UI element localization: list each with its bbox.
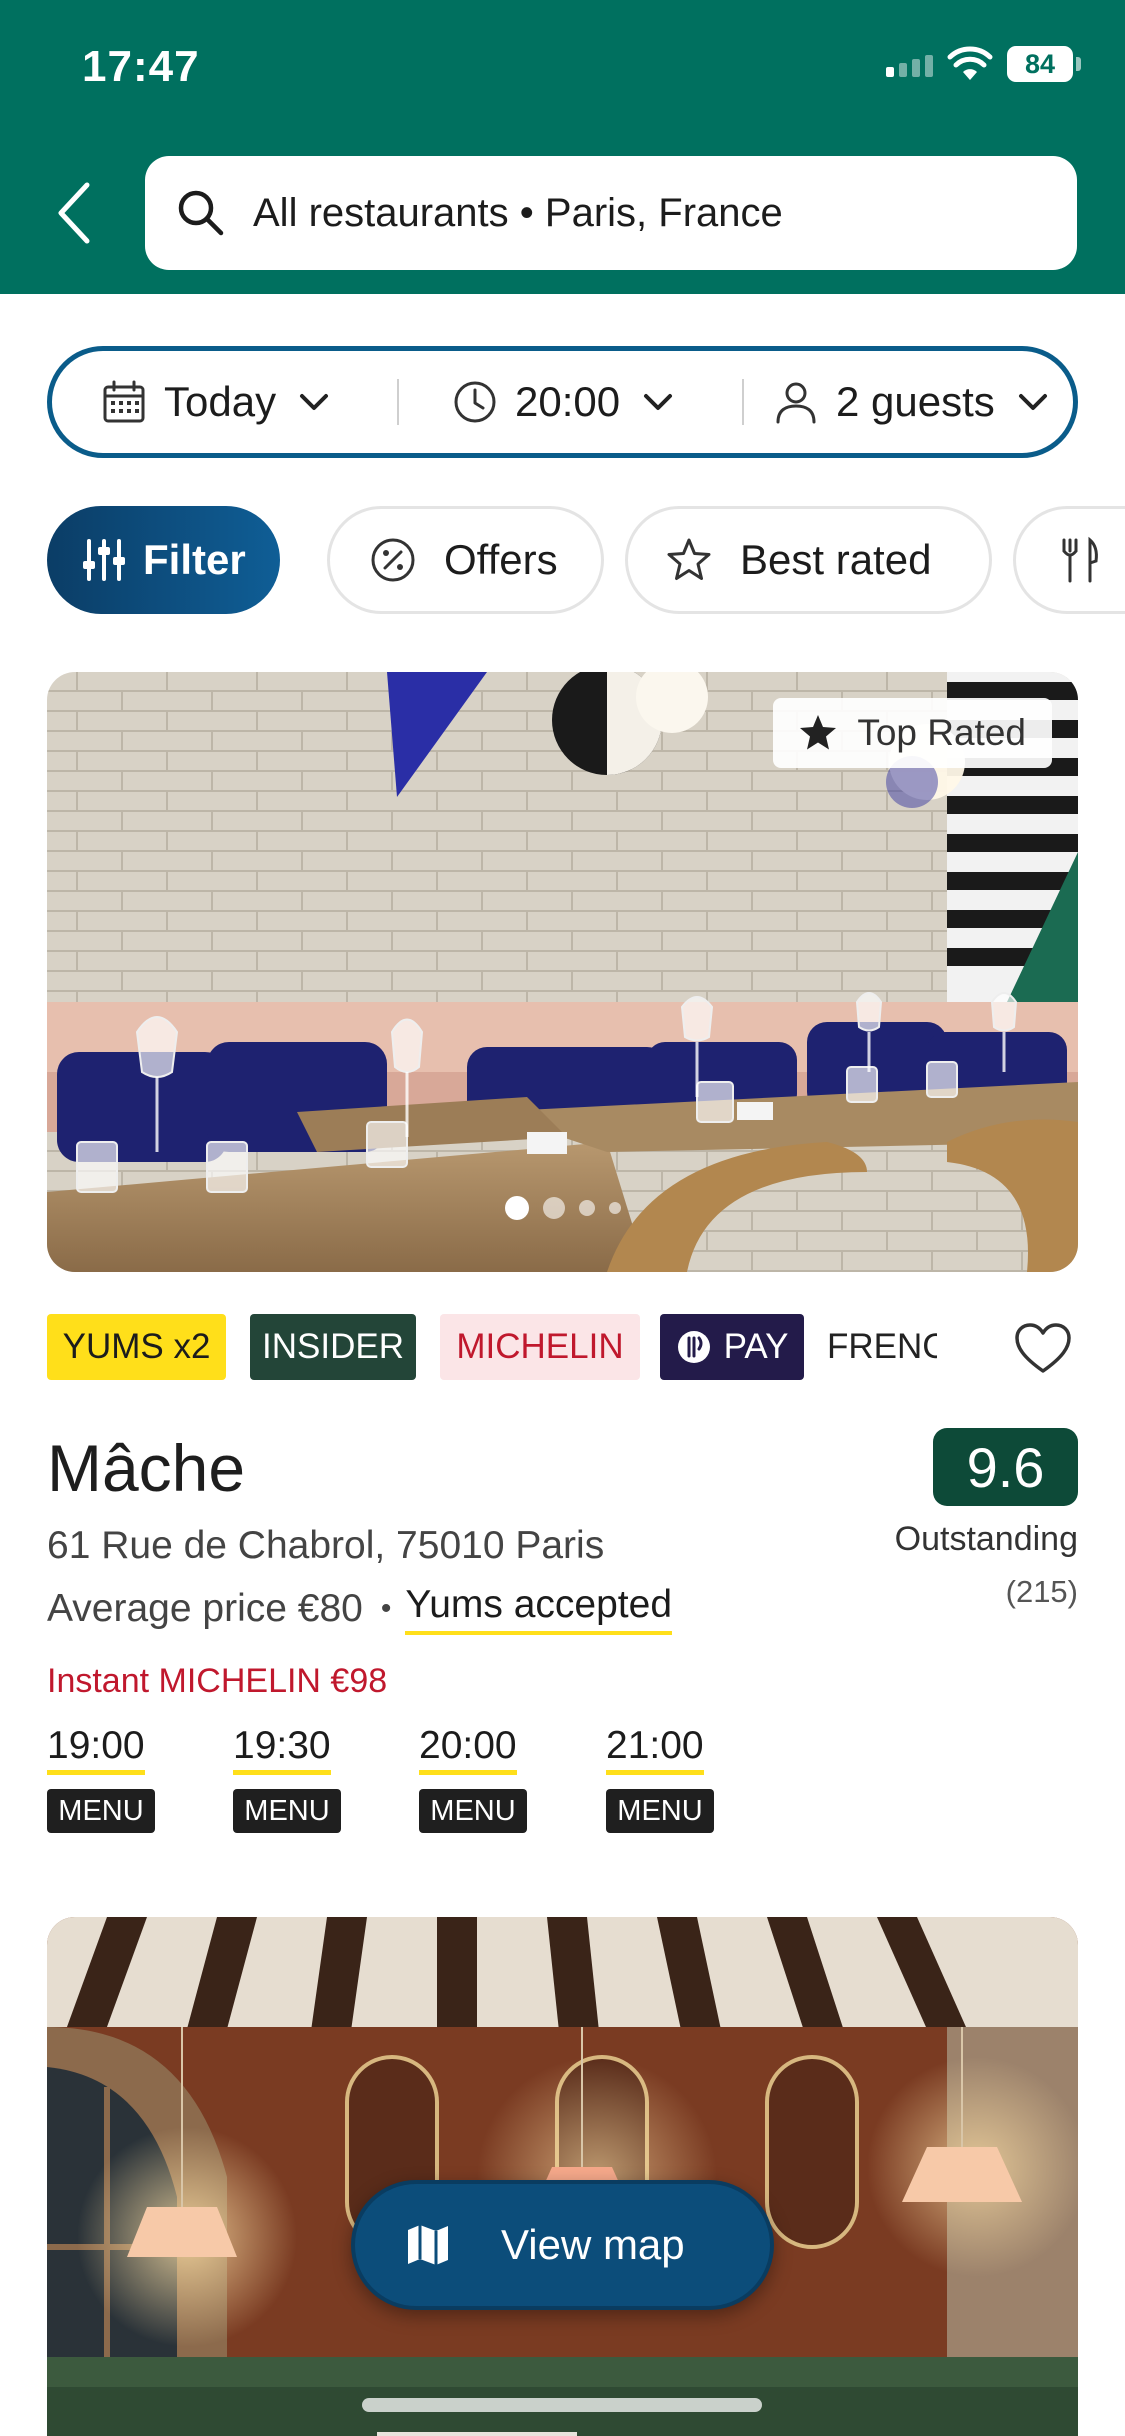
star-icon: [667, 538, 711, 580]
time-slot[interactable]: 19:00 MENU: [47, 1724, 157, 1833]
status-indicators: 84: [886, 46, 1081, 82]
search-query: All restaurants • Paris, France: [253, 190, 783, 235]
cuisine-chip[interactable]: [1013, 506, 1125, 614]
review-count: (215): [1005, 1574, 1078, 1609]
filter-chips: Filter Offers Best rated: [47, 506, 1125, 616]
rating-score: 9.6: [933, 1428, 1078, 1506]
search-icon: [178, 190, 224, 236]
menu-tag: MENU: [233, 1789, 341, 1833]
chevron-down-icon: [300, 394, 329, 410]
restaurant-address: 61 Rue de Chabrol, 75010 Paris: [47, 1524, 605, 1567]
battery-icon: 84: [1007, 46, 1081, 82]
wifi-icon: [947, 46, 993, 80]
offers-chip[interactable]: Offers: [327, 506, 604, 614]
app-header: 17:47 84 All restaurants • Paris, France: [0, 0, 1125, 294]
guests-value: 2 guests: [836, 378, 995, 425]
person-icon: [776, 382, 816, 424]
search-bar[interactable]: All restaurants • Paris, France: [145, 156, 1077, 270]
chevron-down-icon: [644, 394, 673, 410]
time-selector[interactable]: 20:00: [399, 351, 742, 453]
restaurant-interior-image: [47, 1917, 1078, 2436]
clock-icon: [454, 381, 496, 423]
time-slot[interactable]: 21:00 MENU: [606, 1724, 716, 1833]
best-rated-label: Best rated: [740, 536, 932, 583]
time-value: 20:00: [515, 378, 621, 425]
thefork-pay-icon: [677, 1331, 710, 1363]
date-value: Today: [164, 378, 277, 425]
guests-selector[interactable]: 2 guests: [744, 351, 1051, 453]
yums-badge: YUMS x2: [47, 1314, 226, 1380]
time-slot[interactable]: 20:00 MENU: [419, 1724, 529, 1833]
restaurant-name[interactable]: Mâche: [47, 1430, 245, 1506]
slot-time: 21:00: [606, 1724, 704, 1775]
heart-icon: [1015, 1323, 1071, 1373]
average-price: Average price €80: [47, 1587, 363, 1630]
menu-tag: MENU: [419, 1789, 527, 1833]
top-rated-label: Top Rated: [857, 712, 1026, 753]
view-map-label: View map: [501, 2221, 685, 2268]
cellular-signal-icon: [886, 51, 933, 77]
home-indicator[interactable]: [362, 2398, 762, 2412]
menu-tag: MENU: [47, 1789, 155, 1833]
menu-tag: MENU: [606, 1789, 714, 1833]
restaurant-photo[interactable]: Top Rated: [47, 672, 1078, 1272]
back-button[interactable]: [48, 178, 98, 248]
star-icon: [800, 715, 837, 750]
rating-label: Outstanding: [894, 1520, 1078, 1558]
carousel-dot[interactable]: [578, 1200, 595, 1216]
price-info: Average price €80 • Yums accepted: [47, 1583, 673, 1635]
chevron-down-icon: [1018, 394, 1047, 410]
carousel-dot[interactable]: [542, 1197, 565, 1219]
favorite-button[interactable]: [1008, 1314, 1078, 1384]
separator-dot: •: [380, 1592, 392, 1625]
battery-level: 84: [1007, 46, 1073, 82]
map-icon: [408, 2225, 448, 2265]
calendar-icon: [103, 380, 145, 423]
carousel-indicator: [47, 1196, 1078, 1220]
filter-label: Filter: [143, 536, 246, 583]
restaurant-badges: YUMS x2 INSIDER MICHELIN PAY FRENCH: [47, 1314, 1078, 1384]
chevron-left-icon: [58, 182, 90, 244]
booking-selector: Today 20:00 2 guests: [47, 346, 1078, 458]
best-rated-chip[interactable]: Best rated: [625, 506, 992, 614]
michelin-badge: MICHELIN: [440, 1314, 640, 1380]
restaurant-photo[interactable]: [47, 1917, 1078, 2436]
pay-badge: PAY: [660, 1314, 804, 1380]
slot-time: 19:00: [47, 1724, 145, 1775]
status-time: 17:47: [82, 42, 200, 91]
carousel-dot[interactable]: [504, 1196, 529, 1220]
view-map-button[interactable]: View map: [351, 2180, 774, 2310]
yums-accepted-link[interactable]: Yums accepted: [405, 1583, 673, 1635]
percent-badge-icon: [371, 538, 415, 582]
slot-time: 19:30: [233, 1724, 331, 1775]
time-slots: 19:00 MENU 19:30 MENU 20:00 MENU 21:00 M…: [47, 1724, 1047, 1844]
cuisine-badge: FRENCH: [827, 1327, 937, 1366]
fork-knife-icon: [1062, 536, 1098, 583]
time-slot[interactable]: 19:30 MENU: [233, 1724, 343, 1833]
pay-label: PAY: [723, 1327, 789, 1366]
top-rated-badge: Top Rated: [773, 698, 1052, 768]
date-selector[interactable]: Today: [52, 351, 397, 453]
sliders-icon: [83, 539, 125, 581]
carousel-dot[interactable]: [608, 1202, 621, 1214]
instant-offer: Instant MICHELIN €98: [47, 1662, 388, 1700]
offers-label: Offers: [444, 536, 558, 583]
insider-badge: INSIDER: [250, 1314, 416, 1380]
filter-button[interactable]: Filter: [47, 506, 280, 614]
slot-time: 20:00: [419, 1724, 517, 1775]
